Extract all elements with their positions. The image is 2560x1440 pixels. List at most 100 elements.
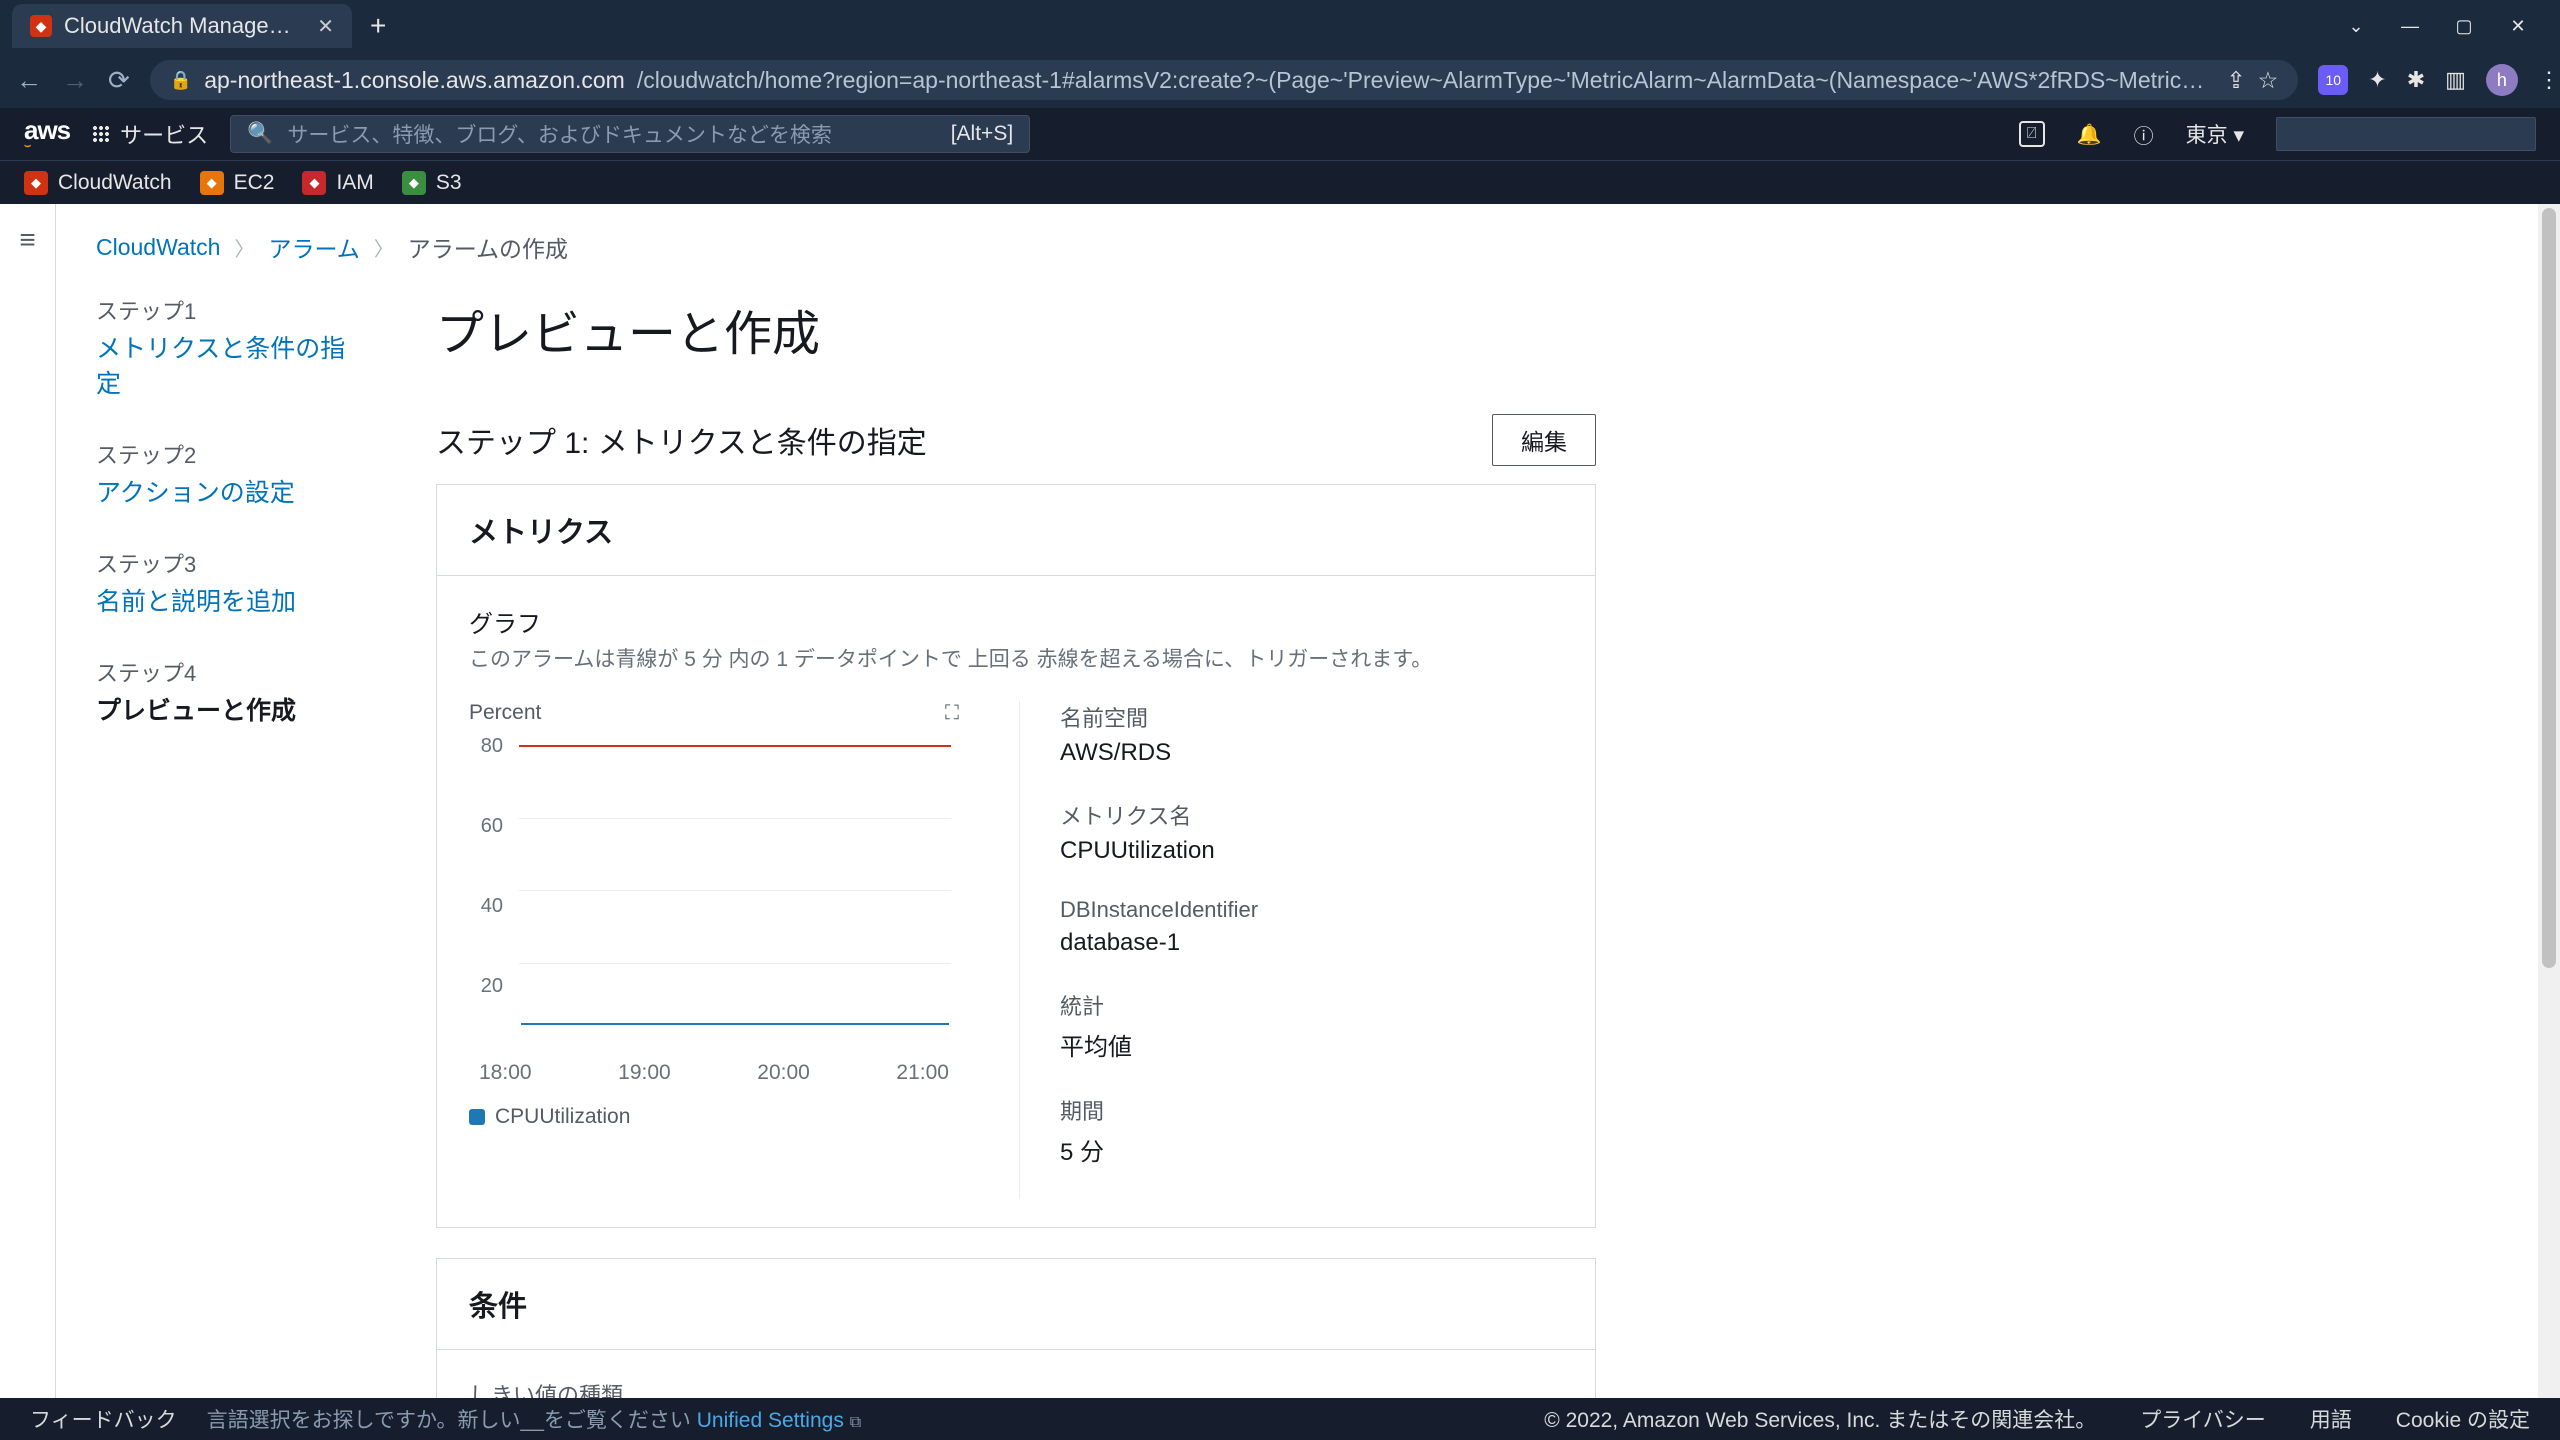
threshold-line bbox=[519, 745, 951, 747]
cloudshell-icon[interactable]: ⍁ bbox=[2019, 121, 2045, 147]
notifications-icon[interactable]: 🔔 bbox=[2077, 122, 2102, 147]
star-icon[interactable]: ☆ bbox=[2258, 67, 2279, 94]
cookie-link[interactable]: Cookie の設定 bbox=[2396, 1404, 2530, 1434]
s3-icon: ◆ bbox=[402, 171, 426, 195]
grid-icon bbox=[92, 125, 110, 143]
cloudwatch-icon: ◆ bbox=[24, 171, 48, 195]
chevron-down-icon[interactable]: ⌄ bbox=[2344, 16, 2368, 37]
feedback-link[interactable]: フィードバック bbox=[30, 1404, 177, 1434]
namespace-label: 名前空間 bbox=[1060, 701, 1563, 733]
url-input[interactable]: 🔒 ap-northeast-1.console.aws.amazon.com … bbox=[150, 60, 2298, 100]
menu-icon[interactable]: ⋮ bbox=[2538, 67, 2560, 93]
chevron-right-icon: 〉 bbox=[374, 233, 394, 262]
svc-label: S3 bbox=[436, 171, 462, 195]
tab-title: CloudWatch Management Cons bbox=[64, 13, 305, 39]
window-controls: ⌄ ― ▢ ✕ bbox=[2344, 16, 2560, 37]
conditions-panel: 条件 しきい値の種類 静的 bbox=[436, 1258, 1596, 1398]
dimension-value: database-1 bbox=[1060, 929, 1563, 957]
x-tick: 21:00 bbox=[896, 1061, 949, 1085]
dimension-label: DBInstanceIdentifier bbox=[1060, 897, 1563, 923]
iam-icon: ◆ bbox=[302, 171, 326, 195]
terms-link[interactable]: 用語 bbox=[2310, 1404, 2352, 1434]
svc-ec2[interactable]: ◆EC2 bbox=[200, 171, 275, 195]
extension-badge[interactable]: 10 bbox=[2318, 65, 2348, 95]
content: CloudWatch 〉 アラーム 〉 アラームの作成 ステップ1 メトリクスと… bbox=[56, 204, 2538, 1398]
external-link-icon: ⧉ bbox=[850, 1414, 861, 1431]
metric-details: 名前空間 AWS/RDS メトリクス名 CPUUtilization DBIns… bbox=[1019, 701, 1563, 1199]
avatar[interactable]: h bbox=[2486, 64, 2518, 96]
services-button[interactable]: サービス bbox=[92, 118, 208, 150]
expand-icon[interactable]: ⛶ bbox=[945, 702, 959, 725]
svc-label: IAM bbox=[336, 171, 373, 195]
share-icon[interactable]: ⇪ bbox=[2226, 67, 2245, 94]
address-bar: ← → ⟳ 🔒 ap-northeast-1.console.aws.amazo… bbox=[0, 52, 2560, 108]
period-label: 期間 bbox=[1060, 1094, 1563, 1126]
url-host: ap-northeast-1.console.aws.amazon.com bbox=[204, 67, 625, 94]
metric-name-value: CPUUtilization bbox=[1060, 837, 1563, 865]
step-title: メトリクスと条件の指定 bbox=[96, 332, 356, 402]
breadcrumb-mid[interactable]: アラーム bbox=[268, 230, 359, 264]
x-tick: 18:00 bbox=[479, 1061, 532, 1085]
lock-icon: 🔒 bbox=[170, 70, 192, 91]
search-icon: 🔍 bbox=[247, 122, 273, 146]
edit-button[interactable]: 編集 bbox=[1492, 414, 1596, 466]
region-selector[interactable]: 東京 ▾ bbox=[2186, 119, 2244, 149]
legend-label: CPUUtilization bbox=[495, 1105, 630, 1129]
breadcrumb-current: アラームの作成 bbox=[408, 230, 568, 264]
lang-hint: 言語選択をお探しですか。新しい__をご覧ください bbox=[207, 1409, 691, 1432]
aws-search-input[interactable]: 🔍 サービス、特徴、ブログ、およびドキュメントなどを検索 [Alt+S] bbox=[230, 115, 1030, 153]
service-shortcut-bar: ◆ CloudWatch ◆EC2 ◆ IAM ◆ S3 bbox=[0, 160, 2560, 204]
metrics-panel: メトリクス グラフ このアラームは青線が 5 分 内の 1 データポイントで 上… bbox=[436, 484, 1596, 1228]
copyright: © 2022, Amazon Web Services, Inc. またはその関… bbox=[1544, 1404, 2096, 1434]
browser-tab[interactable]: ◆ CloudWatch Management Cons ✕ bbox=[12, 4, 352, 48]
chart-area: 80 60 40 20 bbox=[509, 735, 959, 1055]
x-axis-labels: 18:00 19:00 20:00 21:00 bbox=[469, 1061, 959, 1085]
page-title: プレビューと作成 bbox=[436, 294, 1596, 364]
maximize-icon[interactable]: ▢ bbox=[2452, 16, 2476, 37]
statistic-value: 平均値 bbox=[1060, 1027, 1563, 1062]
reload-button[interactable]: ⟳ bbox=[108, 65, 130, 96]
chart-column: Percent ⛶ 80 60 40 20 bbox=[469, 701, 959, 1199]
help-icon[interactable]: ⓘ bbox=[2134, 120, 2154, 149]
unified-settings-link[interactable]: Unified Settings bbox=[697, 1409, 844, 1432]
forward-button[interactable]: → bbox=[62, 65, 88, 96]
extension-icon[interactable]: ✦ bbox=[2368, 67, 2386, 93]
url-path: /cloudwatch/home?region=ap-northeast-1#a… bbox=[637, 67, 2215, 94]
close-window-icon[interactable]: ✕ bbox=[2506, 16, 2530, 37]
namespace-value: AWS/RDS bbox=[1060, 739, 1563, 767]
svc-label: EC2 bbox=[234, 171, 275, 195]
y-axis-labels: 80 60 40 20 bbox=[469, 735, 503, 1055]
breadcrumb-root[interactable]: CloudWatch bbox=[96, 234, 220, 261]
step-title: アクションの設定 bbox=[96, 476, 356, 511]
sidebar-toggle[interactable]: ≡ bbox=[0, 204, 56, 1398]
x-tick: 19:00 bbox=[618, 1061, 671, 1085]
minimize-icon[interactable]: ― bbox=[2398, 16, 2422, 37]
svc-cloudwatch[interactable]: ◆ CloudWatch bbox=[24, 171, 172, 195]
svc-s3[interactable]: ◆ S3 bbox=[402, 171, 462, 195]
x-tick: 20:00 bbox=[757, 1061, 810, 1085]
favicon-icon: ◆ bbox=[30, 15, 52, 37]
aws-logo[interactable]: aws⌣ bbox=[24, 115, 70, 153]
metrics-panel-title: メトリクス bbox=[437, 485, 1595, 575]
step1-heading: ステップ 1: メトリクスと条件の指定 bbox=[436, 418, 927, 462]
extensions-icon[interactable]: ✱ bbox=[2407, 67, 2425, 93]
account-menu[interactable] bbox=[2276, 117, 2536, 151]
wizard-steps: ステップ1 メトリクスと条件の指定 ステップ2 アクションの設定 ステップ3 名… bbox=[96, 294, 356, 1398]
scrollbar-thumb[interactable] bbox=[2542, 208, 2556, 968]
new-tab-button[interactable]: + bbox=[370, 10, 386, 42]
sidepanel-icon[interactable]: ▥ bbox=[2445, 67, 2466, 93]
back-button[interactable]: ← bbox=[16, 65, 42, 96]
svc-label: CloudWatch bbox=[58, 171, 172, 195]
wizard-step-4[interactable]: ステップ4 プレビューと作成 bbox=[96, 656, 356, 729]
scrollbar[interactable] bbox=[2538, 204, 2560, 1398]
close-icon[interactable]: ✕ bbox=[317, 14, 334, 39]
metric-name-label: メトリクス名 bbox=[1060, 799, 1563, 831]
search-placeholder: サービス、特徴、ブログ、およびドキュメントなどを検索 bbox=[287, 119, 832, 149]
privacy-link[interactable]: プライバシー bbox=[2140, 1404, 2266, 1434]
svc-iam[interactable]: ◆ IAM bbox=[302, 171, 373, 195]
wizard-step-2[interactable]: ステップ2 アクションの設定 bbox=[96, 438, 356, 511]
wizard-step-3[interactable]: ステップ3 名前と説明を追加 bbox=[96, 547, 356, 620]
graph-label: グラフ bbox=[469, 604, 1563, 639]
conditions-panel-title: 条件 bbox=[437, 1259, 1595, 1349]
wizard-step-1[interactable]: ステップ1 メトリクスと条件の指定 bbox=[96, 294, 356, 402]
